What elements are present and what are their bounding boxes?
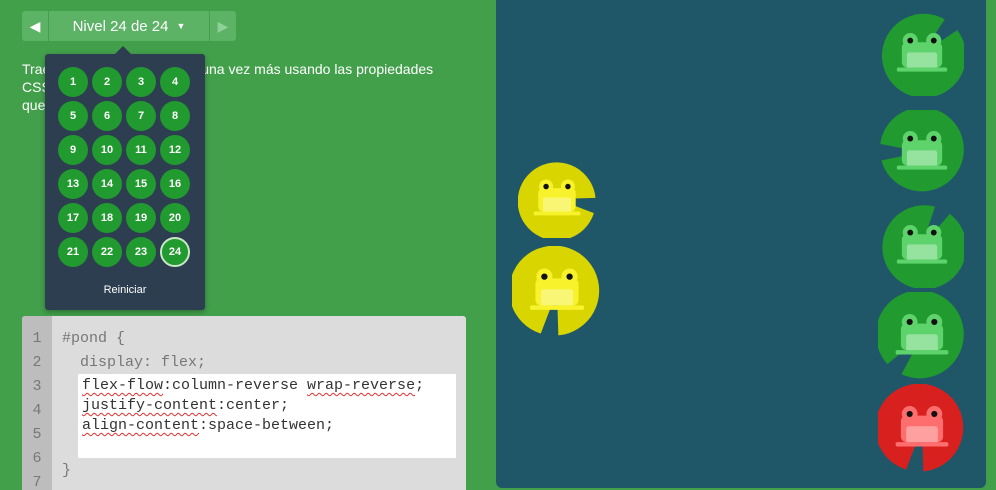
level-button[interactable]: 24 xyxy=(160,237,190,267)
previous-level-arrow-icon[interactable]: ◀ xyxy=(22,11,48,41)
input-text: flex-flow xyxy=(82,377,164,394)
reset-button[interactable]: Reiniciar xyxy=(45,284,205,296)
red-lilypad-with-frog xyxy=(875,383,966,472)
level-button[interactable]: 20 xyxy=(160,203,190,233)
level-button[interactable]: 1 xyxy=(58,67,88,97)
level-button[interactable]: 6 xyxy=(92,101,122,131)
green-lilypad-icon xyxy=(875,290,964,379)
line-number: 5 xyxy=(32,426,42,443)
level-button[interactable]: 7 xyxy=(126,101,156,131)
green-lilypad-icon xyxy=(881,13,966,98)
green-lilypad-with-frog xyxy=(875,290,966,380)
input-text: :center; xyxy=(217,397,290,414)
level-button[interactable]: 21 xyxy=(58,237,88,267)
yellow-lilypad-icon xyxy=(517,162,596,241)
yellow-lilypad-with-frog xyxy=(509,245,602,336)
line-number: 2 xyxy=(32,354,42,371)
level-dropdown-toggle[interactable]: Nivel 24 de 24 ▼ xyxy=(49,11,209,41)
level-button[interactable]: 14 xyxy=(92,169,122,199)
code-line-close-brace: } xyxy=(62,462,72,479)
level-button[interactable]: 23 xyxy=(126,237,156,267)
input-text: align-content xyxy=(82,417,200,434)
level-button[interactable]: 8 xyxy=(160,101,190,131)
line-number: 3 xyxy=(32,378,42,395)
input-text: wrap-reverse xyxy=(307,377,416,394)
caret-down-icon: ▼ xyxy=(176,21,186,31)
line-number: 1 xyxy=(32,330,42,347)
level-button[interactable]: 3 xyxy=(126,67,156,97)
pond xyxy=(496,0,986,488)
line-number-gutter: 1 2 3 4 5 6 7 xyxy=(22,316,52,490)
css-editor: 1 2 3 4 5 6 7 #pond { display: flex; flex-flow… xyxy=(22,316,466,490)
level-button[interactable]: 2 xyxy=(92,67,122,97)
input-line-justify-content: justify-content:center; xyxy=(82,397,289,414)
line-number: 7 xyxy=(32,474,42,490)
level-navigation: ◀ Nivel 24 de 24 ▼ ▶ xyxy=(22,11,236,41)
green-lilypad-with-frog xyxy=(880,107,964,194)
css-input-textarea[interactable]: flex-flow:column-reverse wrap-reverse; j… xyxy=(78,374,456,458)
green-lilypad-with-frog xyxy=(880,204,967,290)
level-button[interactable]: 17 xyxy=(58,203,88,233)
level-button[interactable]: 19 xyxy=(126,203,156,233)
input-line-flex-flow: flex-flow:column-reverse wrap-reverse; xyxy=(82,377,424,394)
level-button[interactable]: 16 xyxy=(160,169,190,199)
level-label: Nivel 24 de 24 xyxy=(72,17,169,35)
level-button[interactable]: 9 xyxy=(58,135,88,165)
level-menu: 1 2 3 4 5 6 7 8 9 10 11 12 13 14 15 16 17 18 19 20 21 22 23 24 … xyxy=(45,46,205,310)
level-button[interactable]: 13 xyxy=(58,169,88,199)
input-line-align-content: align-content:space-between; xyxy=(82,417,334,434)
green-lilypad-icon xyxy=(880,107,964,192)
level-button[interactable]: 12 xyxy=(160,135,190,165)
input-text: :space-between; xyxy=(199,417,335,434)
level-button[interactable]: 18 xyxy=(92,203,122,233)
yellow-lilypad-icon xyxy=(509,245,600,336)
green-lilypad-with-frog xyxy=(880,12,966,98)
red-lilypad-icon xyxy=(875,383,964,472)
input-text: :column-reverse xyxy=(163,377,308,394)
code-line-display: display: flex; xyxy=(62,354,207,371)
level-button[interactable]: 5 xyxy=(58,101,88,131)
input-text: justify-content xyxy=(82,397,218,414)
next-level-arrow-icon[interactable]: ▶ xyxy=(210,11,236,41)
left-panel: ◀ Nivel 24 de 24 ▼ ▶ Trae a las ranas a … xyxy=(0,0,496,490)
line-number: 6 xyxy=(32,450,42,467)
yellow-lilypad-with-frog xyxy=(517,160,596,241)
level-button[interactable]: 4 xyxy=(160,67,190,97)
line-number: 4 xyxy=(32,402,42,419)
code-line-selector: #pond { xyxy=(62,330,126,347)
input-text: ; xyxy=(415,377,425,394)
level-button[interactable]: 11 xyxy=(126,135,156,165)
green-lilypad-icon xyxy=(882,205,967,290)
level-grid: 1 2 3 4 5 6 7 8 9 10 11 12 13 14 15 16 17 18 19 20 21 22 23 24 xyxy=(58,67,190,267)
level-button[interactable]: 22 xyxy=(92,237,122,267)
level-button[interactable]: 15 xyxy=(126,169,156,199)
level-button[interactable]: 10 xyxy=(92,135,122,165)
